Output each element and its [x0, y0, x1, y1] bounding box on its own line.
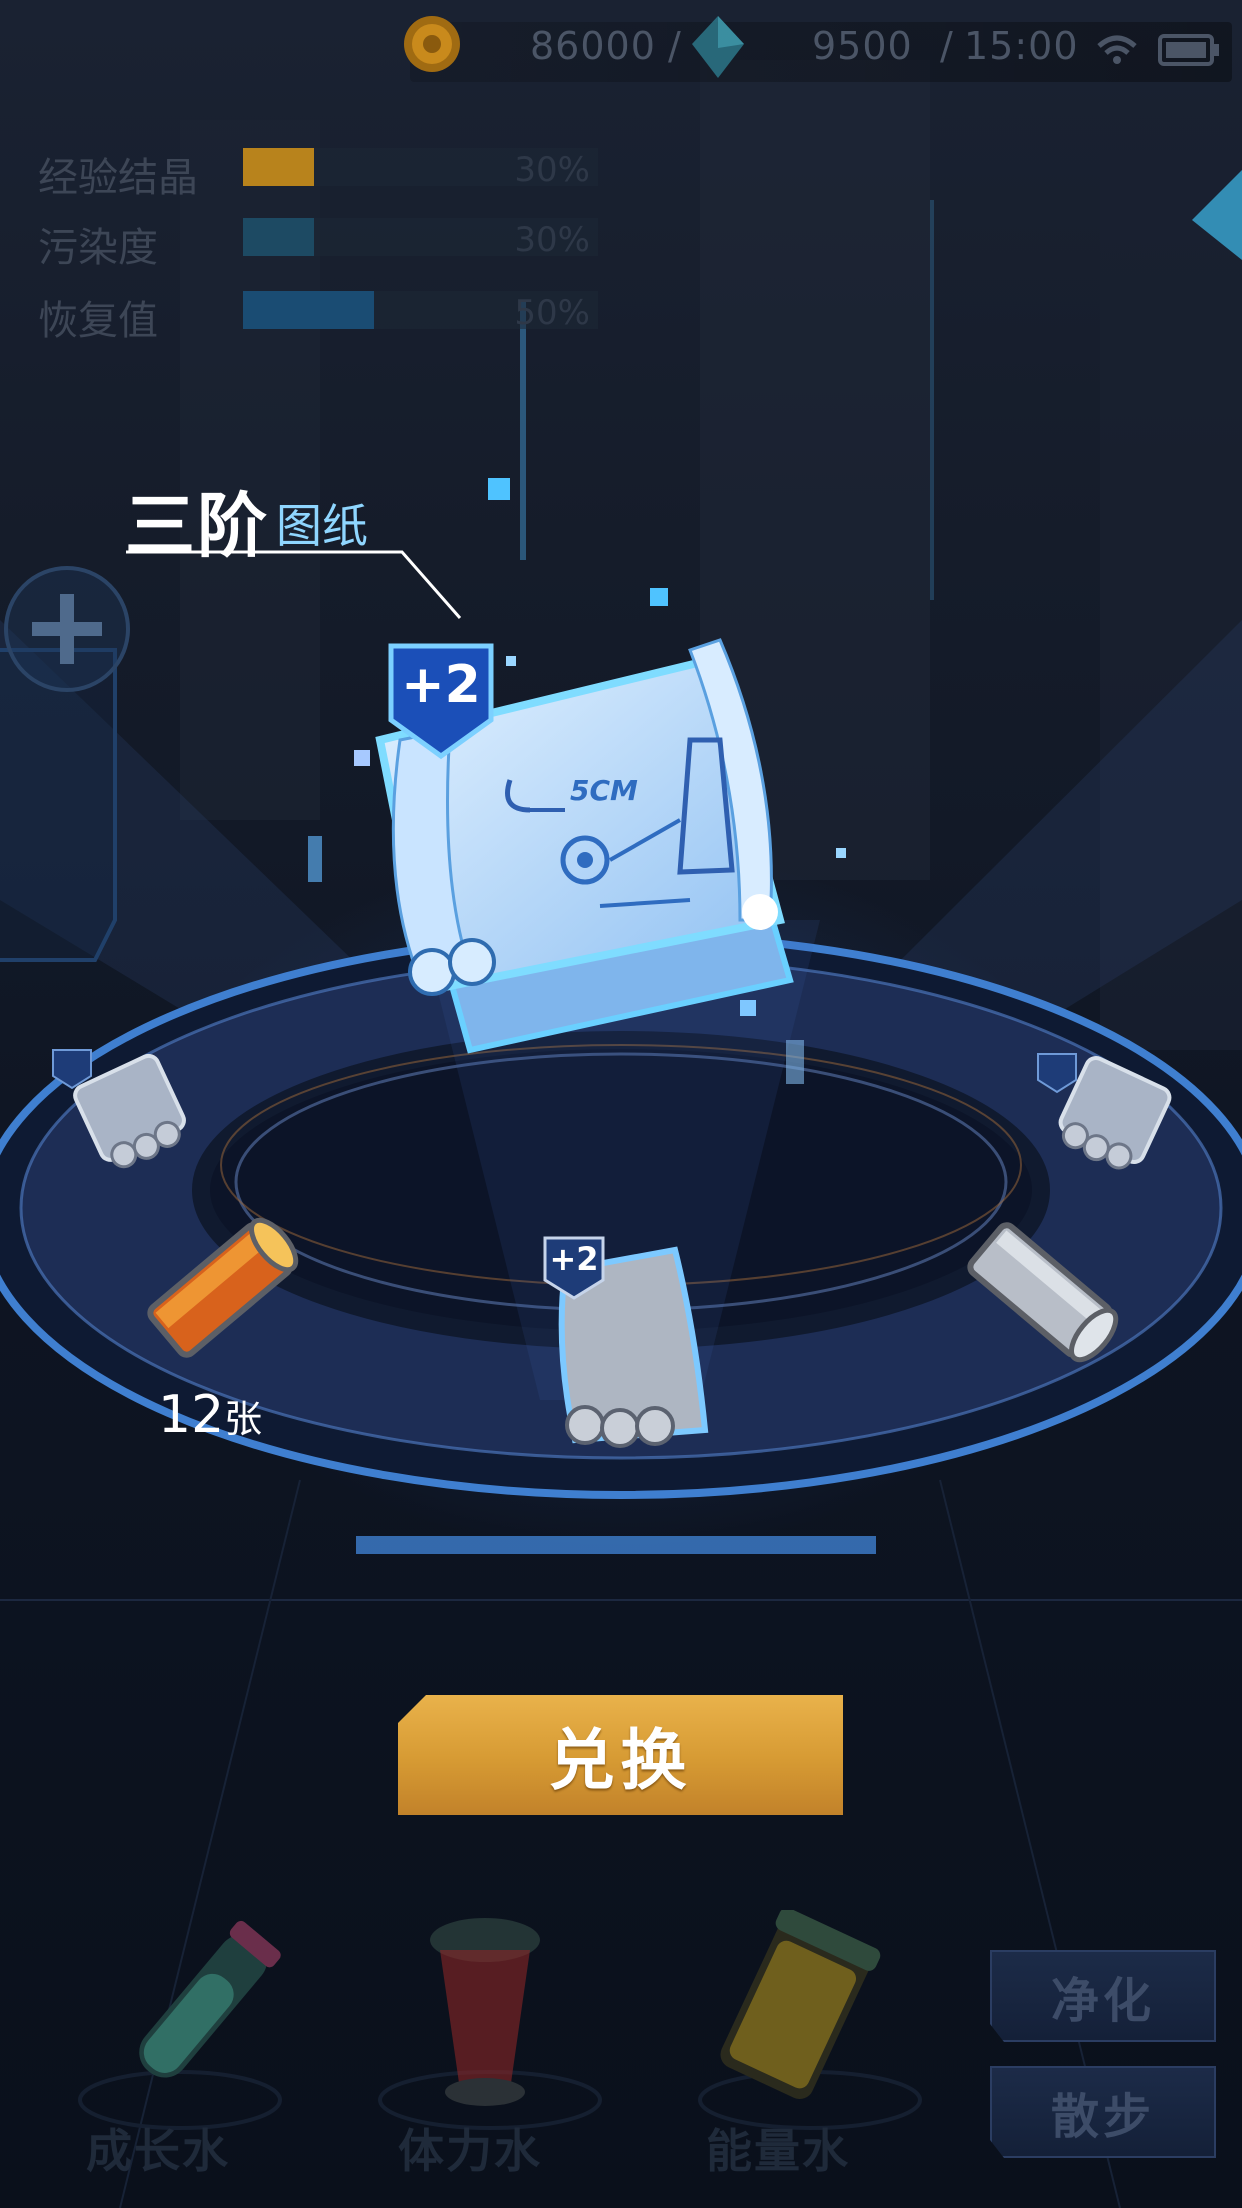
blueprint-scale-label: 5CM — [570, 774, 638, 807]
walk-button-label: 散步 — [1050, 2089, 1155, 2145]
energy-water-label: 能量水 — [706, 2124, 850, 2178]
game-scene: 86000 / 9500 / 15:00 经验结晶 30% 污染度 30% 恢复… — [0, 0, 1242, 2208]
exchange-button[interactable]: 兑换 — [398, 1695, 843, 1815]
carousel-item-blueprint-right-back[interactable] — [1030, 1030, 1200, 1190]
scroll-count-number: 12 — [158, 1385, 225, 1445]
stamina-water-label: 体力水 — [398, 2124, 542, 2178]
exchange-button-label: 兑换 — [548, 1722, 693, 1799]
purify-button[interactable]: 净化 — [990, 1950, 1216, 2042]
selected-badge-text: +2 — [549, 1240, 599, 1278]
scroll-count-unit: 张 — [224, 1397, 263, 1441]
carousel-item-blueprint-left-back[interactable] — [45, 1030, 205, 1190]
title-leader-line — [126, 550, 462, 619]
purify-button-label: 净化 — [1050, 1973, 1155, 2029]
walk-button[interactable]: 散步 — [990, 2066, 1216, 2158]
stamina-water-potion[interactable] — [400, 1910, 570, 2110]
growth-water-potion[interactable] — [100, 1910, 300, 2110]
scroll-count: 12张 — [158, 1385, 262, 1445]
carousel-item-silver-scroll[interactable] — [950, 1200, 1130, 1380]
carousel-item-orange-scroll[interactable] — [130, 1200, 310, 1380]
item-type-subtitle: 图纸 — [276, 499, 368, 553]
growth-water-label: 成长水 — [86, 2124, 230, 2178]
blueprint-badge-text: +2 — [401, 655, 481, 715]
energy-water-potion[interactable] — [700, 1910, 890, 2110]
